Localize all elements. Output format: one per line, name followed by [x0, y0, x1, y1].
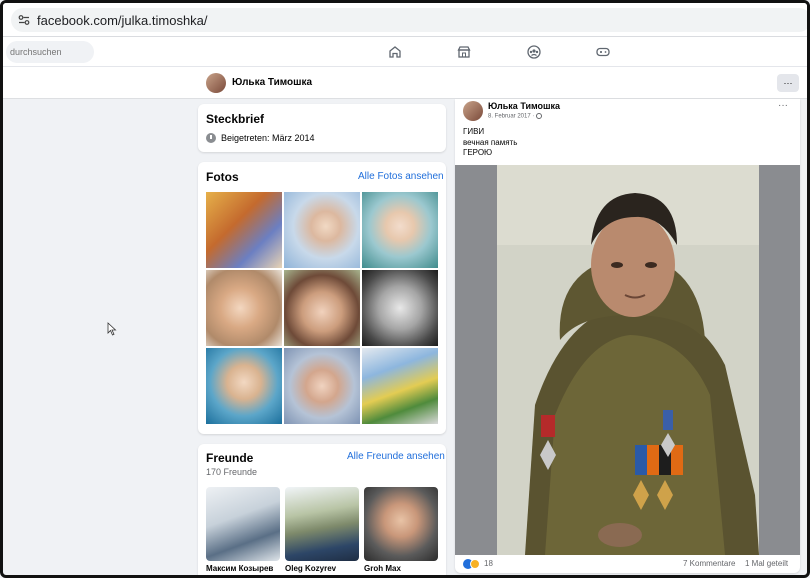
clock-icon [206, 133, 216, 143]
joined-text: Beigetreten: März 2014 [221, 133, 315, 143]
friend-name[interactable]: Groh Max [364, 564, 401, 573]
post-author-name[interactable]: Юлька Тимошка [488, 101, 560, 111]
profile-avatar[interactable] [206, 73, 226, 93]
friend-photo[interactable] [206, 487, 280, 561]
post-author-avatar[interactable] [463, 101, 483, 121]
joined-row: Beigetreten: März 2014 [206, 133, 315, 143]
home-icon[interactable] [387, 44, 403, 60]
photo-thumbnail[interactable] [284, 192, 360, 268]
post-footer: 18 7 Kommentare 1 Mal geteilt [455, 555, 800, 573]
friend-photo[interactable] [285, 487, 359, 561]
friend-photo[interactable] [364, 487, 438, 561]
marketplace-icon[interactable] [456, 44, 472, 60]
photo-thumbnail[interactable] [284, 348, 360, 424]
friends-count: 170 Freunde [206, 467, 258, 477]
search-input[interactable] [6, 41, 94, 63]
friend-name[interactable]: Oleg Kozyrev [285, 564, 336, 573]
post-image[interactable] [455, 165, 800, 555]
post-text-line: ГЕРОЮ [463, 148, 493, 157]
see-all-photos-link[interactable]: Alle Fotos ansehen [358, 171, 444, 182]
browser-window: facebook.com/julka.timoshka/ Юлька Тимош… [0, 0, 810, 578]
photo-thumbnail[interactable] [206, 192, 282, 268]
friends-title: Freunde [206, 451, 254, 465]
photos-title: Fotos [206, 170, 239, 184]
photo-thumbnail[interactable] [206, 270, 282, 346]
profile-header-bar: Юлька Тимошка ··· [3, 67, 807, 99]
photo-thumbnail[interactable] [362, 270, 438, 346]
post-text-line: вечная память [463, 138, 518, 147]
shares-count[interactable]: 1 Mal geteilt [745, 559, 788, 568]
profile-more-button[interactable]: ··· [777, 74, 799, 92]
url-text[interactable]: facebook.com/julka.timoshka/ [37, 13, 208, 28]
mouse-cursor-icon [107, 322, 117, 336]
photo-thumbnail[interactable] [284, 270, 360, 346]
photo-thumbnail[interactable] [362, 348, 438, 424]
post-date[interactable]: 8. Februar 2017 · [488, 113, 543, 120]
see-all-friends-link[interactable]: Alle Freunde ansehen [347, 451, 445, 462]
haha-icon[interactable] [470, 559, 480, 569]
groups-icon[interactable] [526, 44, 542, 60]
photo-thumbnail[interactable] [362, 192, 438, 268]
friend-name[interactable]: Максим Козырев [206, 564, 273, 573]
browser-address-bar: facebook.com/julka.timoshka/ [3, 3, 807, 37]
globe-icon [536, 113, 543, 119]
post-card: Юлька Тимошка 8. Februar 2017 · ··· ГИВИ… [455, 99, 800, 573]
friends-card: Freunde 170 Freunde Alle Freunde ansehen… [198, 444, 446, 575]
url-field[interactable]: facebook.com/julka.timoshka/ [11, 8, 807, 32]
photos-card: Fotos Alle Fotos ansehen [198, 162, 446, 434]
reactions-count[interactable]: 18 [484, 559, 493, 568]
gaming-icon[interactable] [595, 44, 611, 60]
post-text-line: ГИВИ [463, 127, 485, 136]
post-more-button[interactable]: ··· [778, 100, 788, 111]
comments-count[interactable]: 7 Kommentare [683, 559, 735, 568]
facebook-top-bar [3, 37, 807, 67]
intro-title: Steckbrief [206, 112, 265, 126]
site-settings-icon[interactable] [11, 8, 37, 32]
profile-name[interactable]: Юлька Тимошка [232, 77, 312, 88]
photo-thumbnail[interactable] [206, 348, 282, 424]
intro-card: Steckbrief Beigetreten: März 2014 [198, 104, 446, 152]
